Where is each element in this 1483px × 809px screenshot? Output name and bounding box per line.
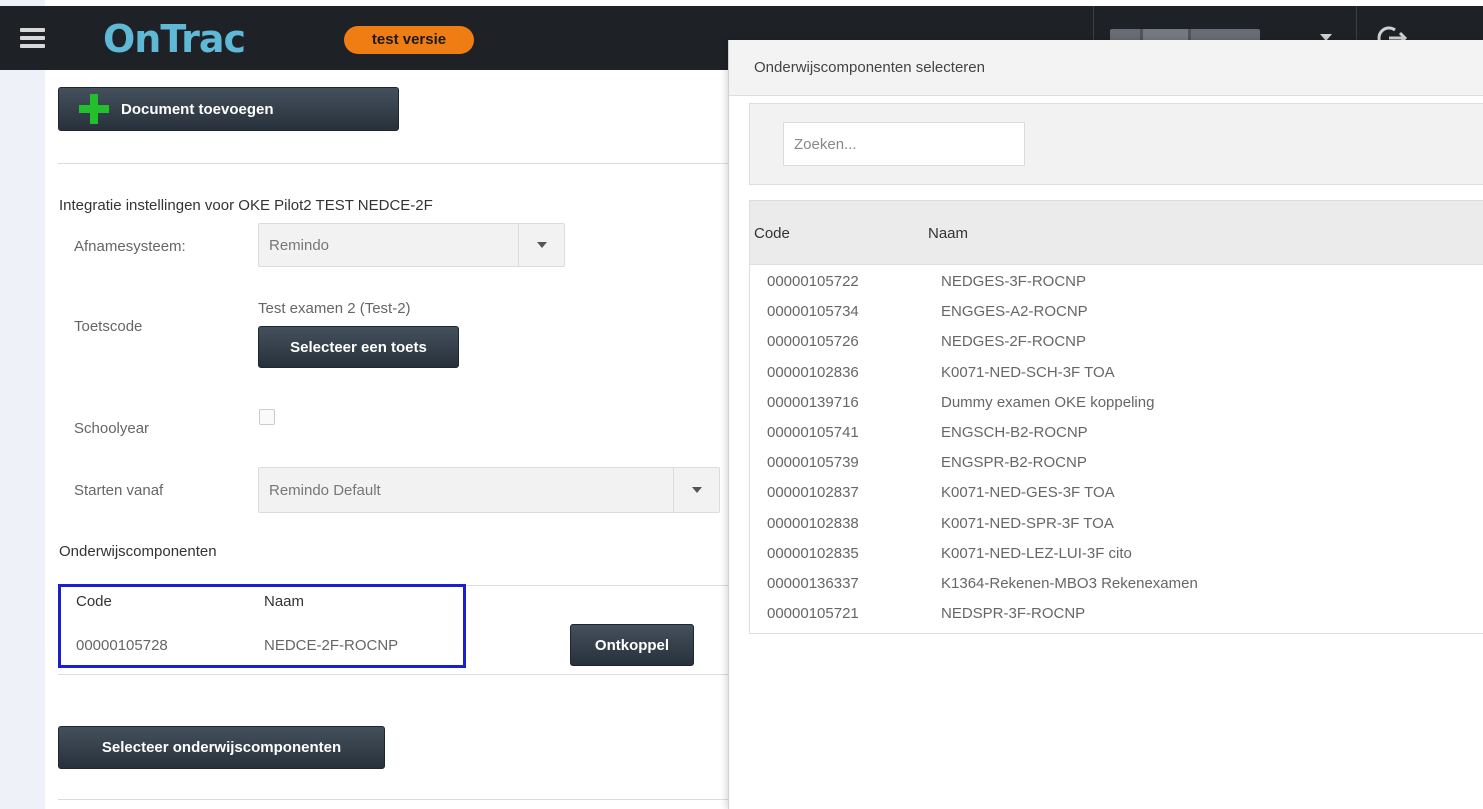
plus-icon [79,94,109,124]
afnamesysteem-label: Afnamesysteem: [74,238,186,255]
row-naam: ENGSCH-B2-ROCNP [941,424,1088,441]
table-row[interactable]: 00000102837 K0071-NED-GES-3F TOA [750,478,1483,509]
divider [58,674,728,675]
search-panel [749,103,1483,185]
row-naam: K0071-NED-SCH-3F TOA [941,363,1115,381]
chevron-down-icon [518,224,564,266]
starten-select[interactable]: Remindo Default [258,467,720,513]
column-header-naam: Naam [928,225,969,242]
menu-icon[interactable] [20,28,45,48]
table-row[interactable]: 00000136337 K1364-Rekenen-MBO3 Rekenexame… [750,569,1483,600]
components-heading: Onderwijscomponenten [59,543,217,560]
row-code: 00000102837 [767,484,859,502]
add-document-label: Document toevoegen [121,100,274,118]
row-naam: K0071-NED-GES-3F TOA [941,484,1115,502]
table-row[interactable]: 00000105741 ENGSCH-B2-ROCNP [750,418,1483,449]
table-row[interactable]: 00000139716 Dummy examen OKE koppeling [750,388,1483,419]
row-code: 00000102835 [767,544,859,562]
results-header: Code Naam [750,201,1483,265]
row-naam: Dummy examen OKE koppeling [941,393,1155,411]
select-components-dialog: Onderwijscomponenten selecteren Code Naa… [728,40,1483,809]
app-logo[interactable]: OnTrac [103,17,246,61]
table-row[interactable]: 00000105722 NEDGES-3F-ROCNP [750,267,1483,298]
dialog-header: Onderwijscomponenten selecteren [729,40,1483,96]
row-code: 00000105722 [767,273,859,290]
results-table: Code Naam 00000105722 NEDGES-3F-ROCNP 0000… [749,200,1483,634]
table-row[interactable]: 00000105726 NEDGES-2F-ROCNP [750,327,1483,358]
integration-heading: Integratie instellingen voor OKE Pilot2 … [59,197,433,214]
add-document-button[interactable]: Document toevoegen [58,87,399,131]
search-input[interactable] [783,122,1025,166]
row-naam: K1364-Rekenen-MBO3 Rekenexamen [941,575,1198,592]
toetscode-value: Test examen 2 (Test-2) [258,300,411,317]
schoolyear-checkbox[interactable] [259,409,275,425]
divider [58,163,728,164]
row-naam: ENGSPR-B2-ROCNP [941,454,1087,472]
dialog-title: Onderwijscomponenten selecteren [754,59,985,76]
select-components-button[interactable]: Selecteer onderwijscomponenten [58,726,385,769]
chevron-down-icon [673,468,719,512]
row-naam: NEDGES-3F-ROCNP [941,273,1087,290]
toetscode-label: Toetscode [74,318,143,335]
row-code: 00000102836 [767,363,859,381]
table-row[interactable]: 00000105734 ENGGES-A2-ROCNP [750,297,1483,328]
starten-label: Starten vanaf [74,482,164,499]
row-code: 00000105726 [767,333,859,351]
highlight-box [58,584,466,668]
row-code: 00000105741 [767,424,859,441]
row-code: 00000105734 [767,303,859,321]
row-code: 00000139716 [767,393,859,411]
left-strip [0,0,45,809]
main-panel [45,70,735,809]
table-row[interactable]: 00000105739 ENGSPR-B2-ROCNP [750,448,1483,479]
table-row[interactable]: 00000105721 NEDSPR-3F-ROCNP [750,599,1483,630]
row-naam: K0071-NED-SPR-3F TOA [941,514,1114,532]
row-naam: ENGGES-A2-ROCNP [941,303,1088,321]
select-test-button[interactable]: Selecteer een toets [258,326,459,368]
table-row[interactable]: 00000102835 K0071-NED-LEZ-LUI-3F cito [750,539,1483,570]
row-naam: K0071-NED-LEZ-LUI-3F cito [941,544,1132,562]
row-code: 00000105739 [767,454,859,472]
row-naam: NEDGES-2F-ROCNP [941,333,1087,351]
divider [58,799,728,800]
unlink-button[interactable]: Ontkoppel [570,624,694,666]
afnamesysteem-value: Remindo [269,236,330,254]
column-header-code: Code [754,225,790,242]
test-version-badge: test versie [344,26,474,54]
schoolyear-label: Schoolyear [74,420,150,437]
table-row[interactable]: 00000102838 K0071-NED-SPR-3F TOA [750,509,1483,540]
row-code: 00000136337 [767,575,859,592]
table-row[interactable]: 00000102836 K0071-NED-SCH-3F TOA [750,358,1483,389]
afnamesysteem-select[interactable]: Remindo [258,223,565,267]
row-naam: NEDSPR-3F-ROCNP [941,605,1086,623]
row-code: 00000105721 [767,605,859,623]
starten-value: Remindo Default [269,481,381,499]
row-code: 00000102838 [767,514,859,532]
